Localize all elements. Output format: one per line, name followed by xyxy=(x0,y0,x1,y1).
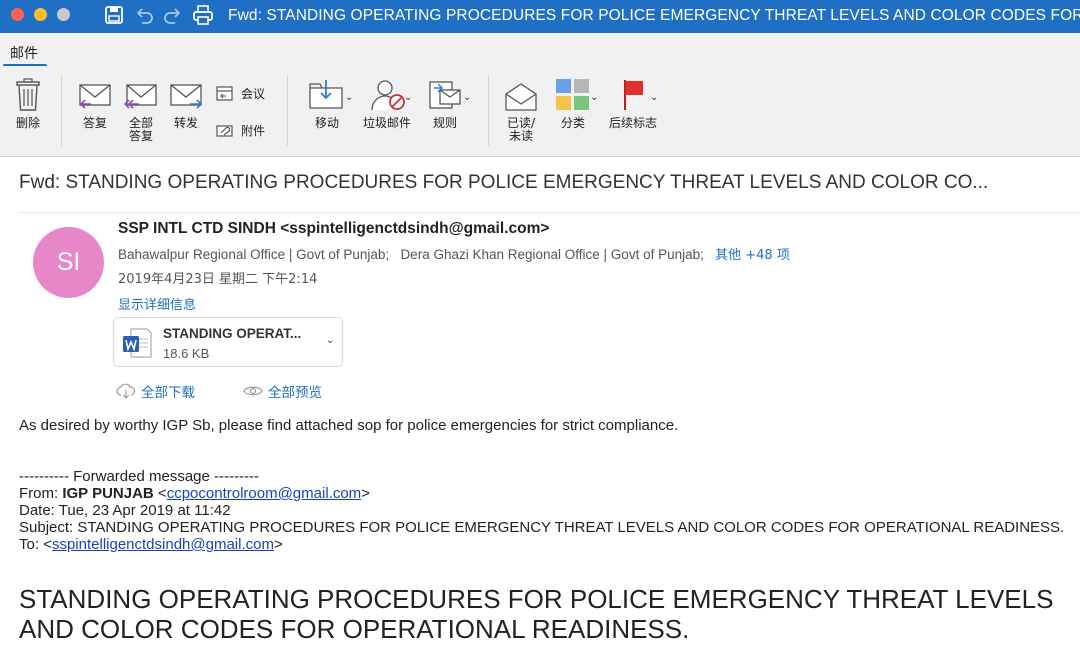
followup-dropdown-chevron-icon[interactable]: ⌄ xyxy=(650,92,658,103)
followup-button[interactable]: 后续标志 xyxy=(605,78,661,130)
junk-label: 垃圾邮件 xyxy=(362,116,411,130)
rules-dropdown-chevron-icon[interactable]: ⌄ xyxy=(463,92,471,103)
close-window-button[interactable] xyxy=(11,8,24,21)
delete-label: 删除 xyxy=(15,116,40,130)
categorize-label: 分类 xyxy=(560,116,585,130)
open-envelope-icon xyxy=(505,83,537,111)
toolbar-divider xyxy=(61,76,62,146)
sender-avatar: SI xyxy=(33,227,104,298)
recipient-1[interactable]: Bahawalpur Regional Office | Govt of Pun… xyxy=(118,247,389,262)
reply-all-label-line2: 答复 xyxy=(128,129,153,143)
rules-button[interactable]: 规则 xyxy=(420,78,470,130)
attach-icon xyxy=(216,124,233,137)
to-prefix: To: xyxy=(19,536,44,553)
preview-all-label: 全部预览 xyxy=(268,385,322,401)
undo-icon[interactable] xyxy=(133,4,155,26)
rules-label: 规则 xyxy=(432,116,457,130)
forwarded-date: Date: Tue, 23 Apr 2019 at 11:42 xyxy=(19,502,231,519)
reply-button[interactable]: 答复 xyxy=(76,82,114,130)
forwarded-from: From: IGP PUNJAB <ccpocontrolroom@gmail.… xyxy=(19,485,370,502)
preview-all-button[interactable]: 全部预览 xyxy=(243,381,322,401)
trash-icon xyxy=(16,78,40,111)
message-subject: Fwd: STANDING OPERATING PROCEDURES FOR P… xyxy=(19,172,989,193)
cloud-download-icon xyxy=(116,383,136,399)
delete-button[interactable]: 删除 xyxy=(11,78,45,130)
download-all-label: 全部下载 xyxy=(141,385,195,401)
move-dropdown-chevron-icon[interactable]: ⌄ xyxy=(345,92,353,103)
attachment-size: 18.6 KB xyxy=(163,346,210,361)
categorize-dropdown-chevron-icon[interactable]: ⌄ xyxy=(590,92,598,103)
attachment-card[interactable]: STANDING OPERAT... 18.6 KB ⌄ xyxy=(113,317,343,367)
to-email-link[interactable]: sspintelligenctdsindh@gmail.com xyxy=(52,536,274,553)
from-name: IGP PUNJAB xyxy=(62,485,154,502)
junk-button[interactable]: 垃圾邮件 xyxy=(359,78,415,130)
meeting-label: 会议 xyxy=(241,86,266,101)
categorize-button[interactable]: 分类 xyxy=(549,78,597,130)
download-all-button[interactable]: 全部下载 xyxy=(116,381,195,401)
followup-label: 后续标志 xyxy=(608,116,657,130)
eye-icon xyxy=(243,386,263,396)
forward-button[interactable]: 转发 xyxy=(167,82,205,130)
meeting-button[interactable]: 会议 xyxy=(215,84,265,102)
attachment-label: 附件 xyxy=(241,124,266,138)
attachment-menu-chevron-icon[interactable]: ⌄ xyxy=(326,335,334,346)
from-prefix: From: xyxy=(19,485,63,502)
show-details-link[interactable]: 显示详细信息 xyxy=(118,294,196,313)
forward-label: 转发 xyxy=(173,116,198,130)
attachment-button[interactable]: 附件 xyxy=(215,122,265,139)
recipient-2[interactable]: Dera Ghazi Khan Regional Office | Govt o… xyxy=(400,247,703,262)
forward-icon xyxy=(170,84,203,109)
red-flag-icon xyxy=(624,80,643,110)
read-unread-label-line1: 已读/ xyxy=(506,116,536,130)
toolbar-divider xyxy=(488,76,489,146)
read-unread-label-line2: 未读 xyxy=(508,129,533,143)
header-divider xyxy=(19,212,1080,213)
ribbon-tab-strip: 邮件 xyxy=(0,33,1080,67)
tab-mail[interactable]: 邮件 xyxy=(10,43,38,63)
message-date: 2019年4月23日 星期二 下午2:14 xyxy=(118,272,318,287)
zoom-window-button[interactable] xyxy=(57,8,70,21)
attachment-name: STANDING OPERAT... xyxy=(163,326,302,341)
forwarded-header-block: ---------- Forwarded message --------- F… xyxy=(19,468,1064,553)
document-heading: STANDING OPERATING PROCEDURES FOR POLICE… xyxy=(19,584,1054,644)
junk-icon xyxy=(371,80,405,111)
move-label: 移动 xyxy=(314,116,339,130)
read-unread-button[interactable]: 已读/ 未读 xyxy=(500,80,542,143)
ribbon-toolbar: 删除 答复 全部 答复 转发 会议 附件 移动 ⌄ 垃圾邮件 ⌄ 规则 ⌄ 已读… xyxy=(0,66,1080,157)
sender-name[interactable]: SSP INTL CTD SINDH <sspintelligenctdsind… xyxy=(118,220,549,238)
window-title: Fwd: STANDING OPERATING PROCEDURES FOR P… xyxy=(228,7,1080,24)
toolbar-divider xyxy=(287,76,288,146)
title-bar: Fwd: STANDING OPERATING PROCEDURES FOR P… xyxy=(0,0,1080,33)
reply-all-label-line1: 全部 xyxy=(128,116,153,130)
forwarded-subject: Subject: STANDING OPERATING PROCEDURES F… xyxy=(19,519,1065,536)
reply-all-icon xyxy=(123,84,157,109)
word-document-icon xyxy=(121,327,153,364)
reply-label: 答复 xyxy=(82,116,107,130)
minimize-window-button[interactable] xyxy=(34,8,47,21)
calendar-reply-icon xyxy=(216,86,233,101)
from-email-link[interactable]: ccpocontrolroom@gmail.com xyxy=(167,485,361,502)
save-icon[interactable] xyxy=(103,4,125,26)
reply-all-button[interactable]: 全部 答复 xyxy=(121,82,161,143)
redo-icon[interactable] xyxy=(162,4,184,26)
print-icon[interactable] xyxy=(192,4,214,26)
avatar-initials: SI xyxy=(56,248,81,276)
more-recipients-link[interactable]: 其他 +48 项 xyxy=(715,248,790,263)
move-button[interactable]: 移动 xyxy=(302,78,352,130)
rules-icon xyxy=(429,81,461,109)
recipients-line: Bahawalpur Regional Office | Govt of Pun… xyxy=(118,244,790,263)
junk-dropdown-chevron-icon[interactable]: ⌄ xyxy=(404,92,412,103)
forwarded-to: To: <sspintelligenctdsindh@gmail.com> xyxy=(19,536,283,553)
category-grid-icon xyxy=(556,79,589,110)
forwarded-separator: ---------- Forwarded message --------- xyxy=(19,468,259,485)
reply-icon xyxy=(79,84,111,109)
message-body-text: As desired by worthy IGP Sb, please find… xyxy=(19,417,679,434)
move-folder-icon xyxy=(309,80,343,109)
